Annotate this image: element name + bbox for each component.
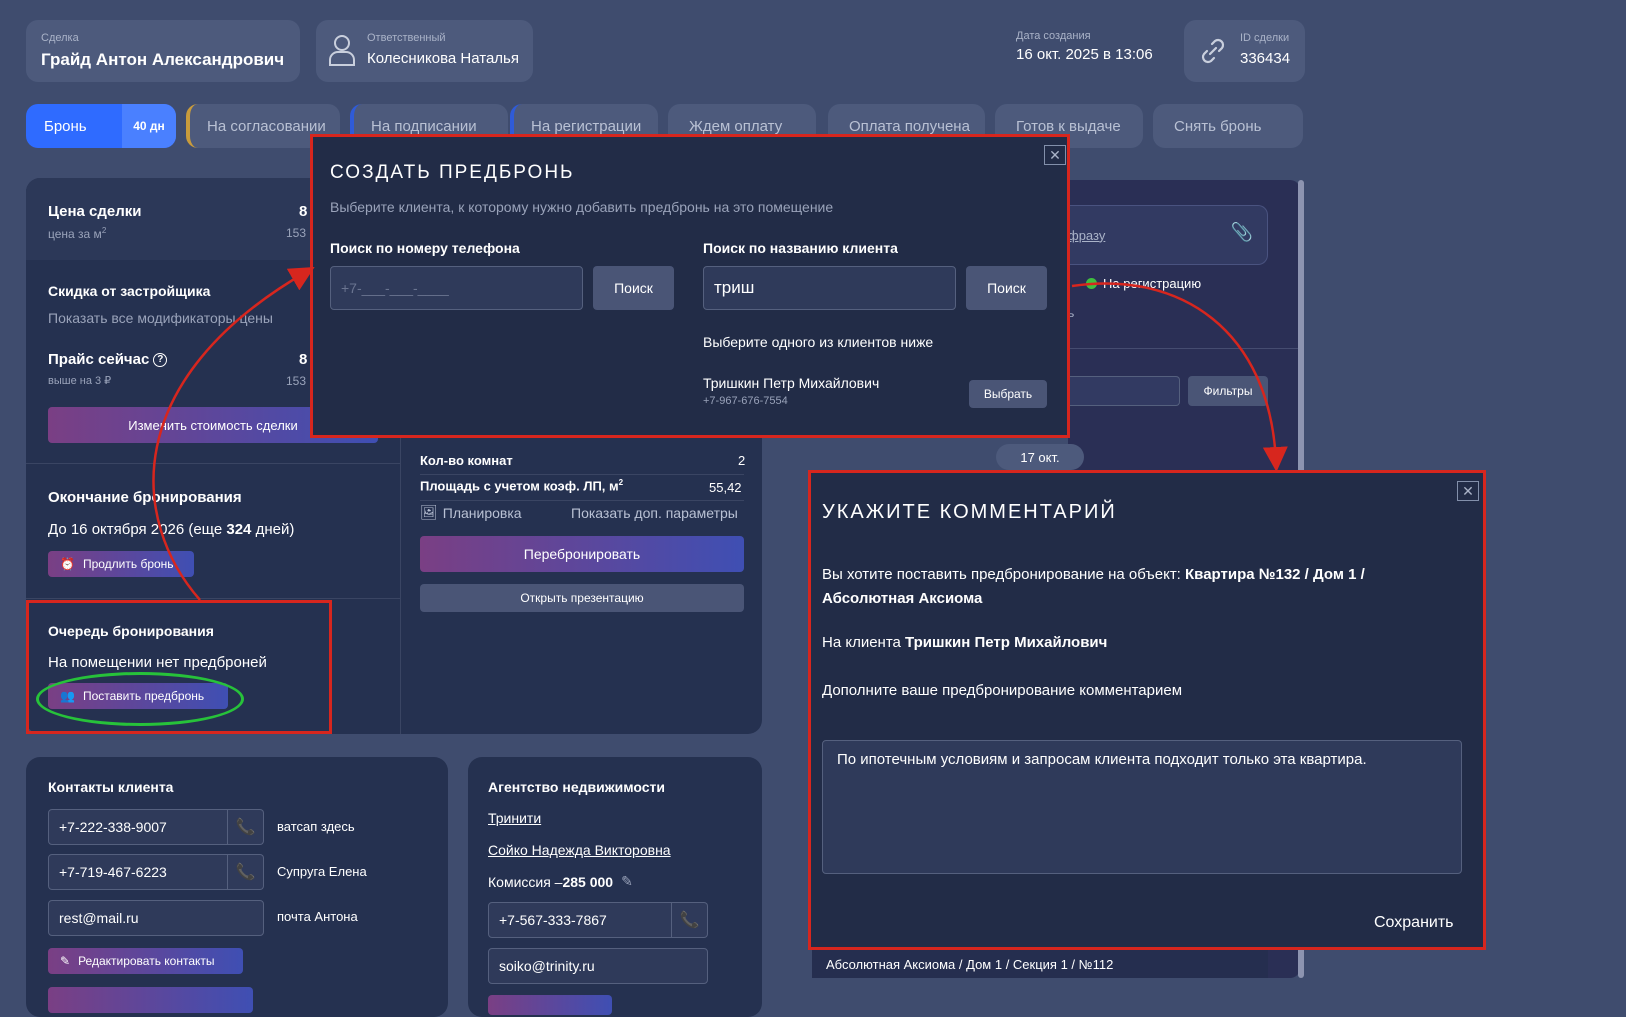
annotation-arrows <box>152 266 1288 601</box>
